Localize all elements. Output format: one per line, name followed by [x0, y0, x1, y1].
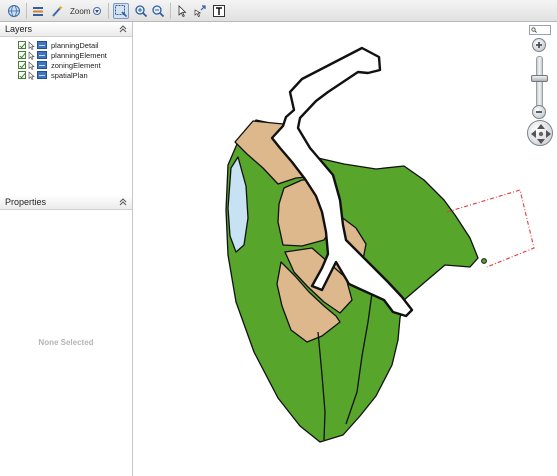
zoom-slider-track[interactable] — [536, 56, 543, 112]
zoom-out-button[interactable] — [532, 105, 546, 119]
toolbar-separator — [108, 3, 109, 19]
zoom-box-icon[interactable] — [113, 3, 129, 19]
layer-icon — [37, 61, 47, 69]
selectable-arrow-icon[interactable] — [28, 60, 35, 70]
map-navigation-control — [526, 25, 554, 149]
layer-icon — [37, 41, 47, 49]
layer-label: zoningElement — [51, 60, 101, 70]
properties-panel-title: Properties — [5, 197, 47, 207]
layer-label: planningElement — [51, 50, 107, 60]
layer-list: planningDetail planningElement zoningEle… — [18, 40, 107, 80]
zoom-in-button[interactable] — [532, 38, 546, 52]
plus-icon — [536, 42, 542, 48]
map-svg — [225, 46, 535, 443]
checkbox-checked-icon[interactable] — [18, 51, 26, 59]
layer-label: planningDetail — [51, 40, 99, 50]
layers-toggle-icon[interactable] — [30, 3, 46, 19]
select-arrow-icon[interactable] — [174, 3, 190, 19]
zoom-out-icon[interactable] — [150, 3, 166, 19]
minus-icon — [536, 111, 542, 113]
zoom-menu-label: Zoom — [70, 6, 91, 16]
pan-select-icon[interactable] — [192, 3, 208, 19]
selectable-arrow-icon[interactable] — [28, 70, 35, 80]
sidebar: Layers planningDetail planningElement zo… — [0, 22, 133, 476]
checkbox-checked-icon[interactable] — [18, 71, 26, 79]
zoom-in-icon[interactable] — [133, 3, 149, 19]
toolbar-separator — [26, 3, 27, 19]
checkbox-checked-icon[interactable] — [18, 41, 26, 49]
toolbar: Zoom — [0, 0, 557, 22]
layer-item[interactable]: planningDetail — [18, 40, 107, 50]
search-icon — [531, 27, 537, 33]
layers-panel-header[interactable]: Layers — [0, 22, 132, 37]
selectable-arrow-icon[interactable] — [28, 40, 35, 50]
map-search-box[interactable] — [529, 25, 551, 35]
layer-item[interactable]: planningElement — [18, 50, 107, 60]
properties-empty-text: None Selected — [38, 338, 94, 347]
map-canvas[interactable] — [134, 22, 557, 476]
layer-icon — [37, 71, 47, 79]
selectable-arrow-icon[interactable] — [28, 50, 35, 60]
zoom-slider-thumb[interactable] — [531, 75, 548, 83]
globe-icon[interactable] — [6, 3, 22, 19]
wand-icon[interactable] — [49, 3, 65, 19]
pan-arrows-icon — [531, 124, 551, 144]
properties-panel-header[interactable]: Properties — [0, 195, 132, 210]
layer-icon — [37, 51, 47, 59]
layer-label: spatialPlan — [51, 70, 88, 80]
chevron-down-icon — [93, 7, 102, 15]
layer-item[interactable]: zoningElement — [18, 60, 107, 70]
collapse-icon[interactable] — [118, 197, 128, 207]
layers-panel-title: Layers — [5, 24, 33, 34]
pan-control[interactable] — [527, 120, 553, 146]
zoom-menu[interactable]: Zoom — [70, 4, 102, 18]
point-feature — [481, 258, 487, 264]
checkbox-checked-icon[interactable] — [18, 61, 26, 69]
toolbar-separator — [170, 3, 171, 19]
collapse-icon[interactable] — [118, 24, 128, 34]
layer-item[interactable]: spatialPlan — [18, 70, 107, 80]
text-tool-icon[interactable] — [211, 3, 227, 19]
